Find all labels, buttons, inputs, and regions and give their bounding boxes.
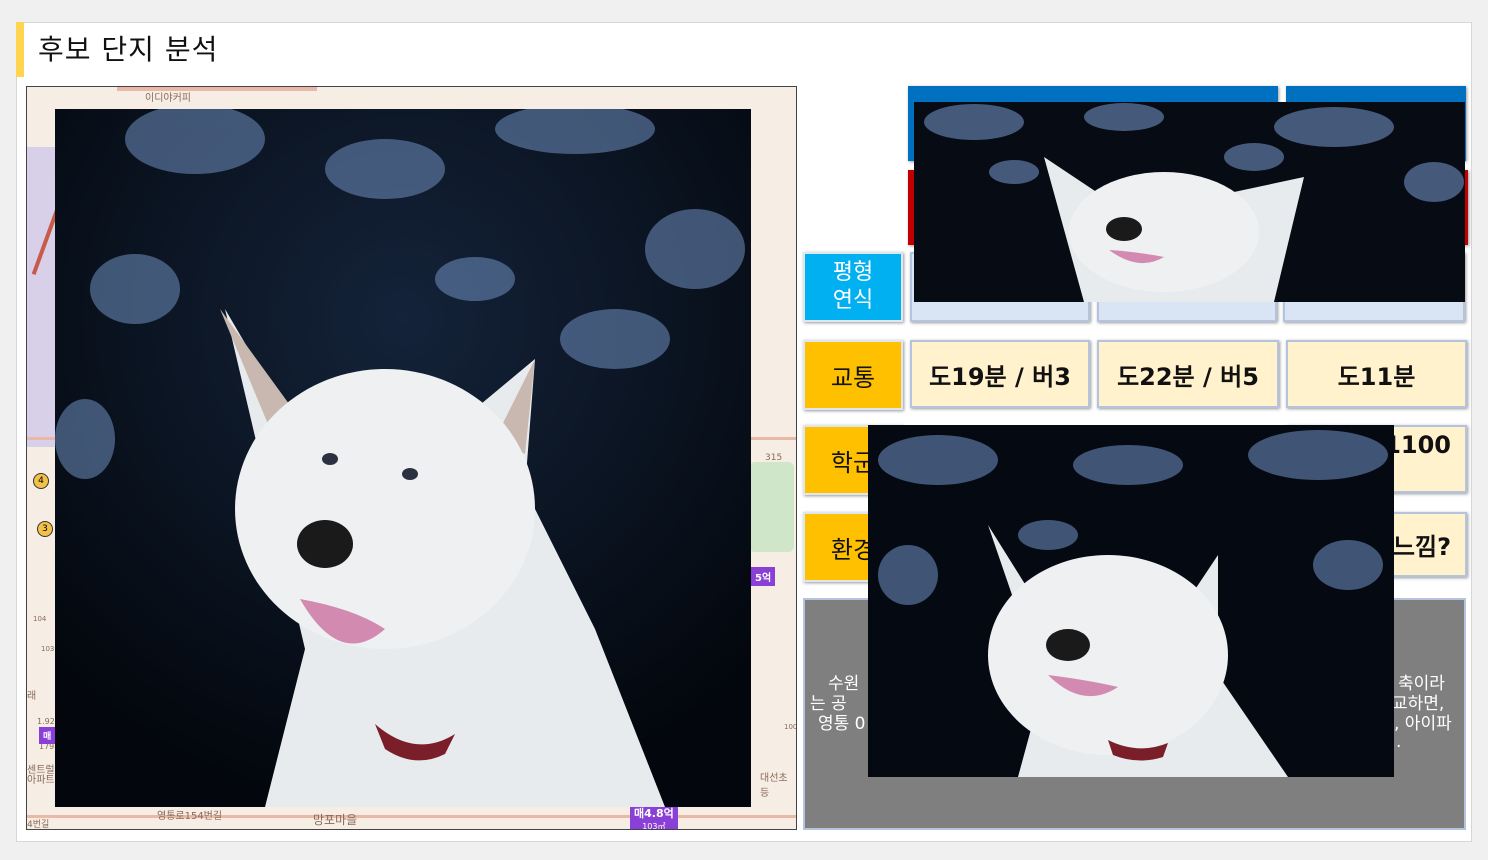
title-accent-bar (16, 22, 24, 77)
summary-text-right-1: 축이라 (1398, 674, 1445, 694)
map-price-badge-bottom[interactable]: 매4.8억 103㎡ (630, 803, 678, 830)
map-price-text: 매4.8억 (634, 807, 674, 820)
map-label: 100 (784, 723, 797, 731)
dog-photo-bottom[interactable] (868, 425, 1394, 777)
summary-text-right-2: 교하면, (1392, 694, 1445, 714)
map-marker-icon[interactable]: 3 (37, 521, 53, 537)
slide-title[interactable]: 후보 단지 분석 (38, 28, 218, 68)
transport-cell-2[interactable]: 도22분 / 버5 (1097, 340, 1279, 408)
dog-photo-icon (55, 109, 751, 807)
summary-text-left-3: 영통 0 (818, 714, 866, 734)
map-label: 이디야커피 (145, 93, 191, 104)
map-label: 망포마을 (313, 813, 358, 827)
map-price-badge[interactable]: 5억 (751, 567, 776, 586)
map-area-text: 103㎡ (642, 822, 666, 830)
row-label-transport[interactable]: 교통 (803, 340, 903, 410)
transport-cell-3[interactable]: 도11분 (1286, 340, 1467, 408)
dog-photo-top[interactable] (914, 102, 1465, 302)
summary-text-right-4: . (1396, 732, 1402, 752)
map-label: 아파트 (27, 775, 55, 786)
dog-photo-icon (868, 425, 1394, 777)
transport-cell-1[interactable]: 도19분 / 버3 (910, 340, 1090, 408)
map-label: 래 (27, 691, 37, 702)
label-line: 평형 (832, 260, 874, 285)
dog-photo-large[interactable] (55, 109, 751, 807)
map-label: 103 (41, 645, 55, 653)
map-label: 4번길 (27, 820, 50, 830)
map-label: 315 (765, 453, 783, 463)
dog-photo-icon (914, 102, 1465, 302)
row-label-size-year[interactable]: 평형 연식 (803, 252, 903, 322)
map-price-badge[interactable]: 매 (39, 727, 56, 744)
map-label: 대선초등 (760, 773, 788, 799)
label-line: 연식 (832, 288, 874, 313)
summary-text-left-1: 수원 (828, 674, 860, 694)
map-label: 1.92 (37, 717, 55, 726)
map-marker-icon[interactable]: 4 (33, 473, 49, 489)
summary-text-right-3: , 아이파 (1394, 714, 1452, 734)
map-label: 영통로154번길 (157, 811, 223, 822)
summary-text-left-2: 는 공 (810, 694, 847, 714)
map-label: 104 (33, 615, 47, 623)
